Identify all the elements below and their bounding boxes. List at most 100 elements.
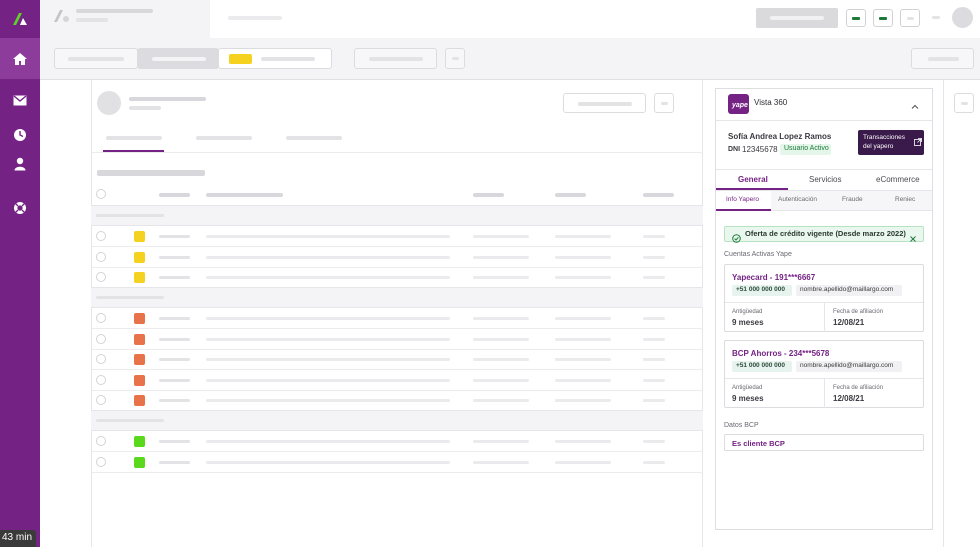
mail-icon[interactable]	[0, 89, 40, 111]
filter-tab-1[interactable]	[54, 48, 138, 69]
status-square	[134, 334, 145, 345]
row-checkbox[interactable]	[96, 436, 106, 446]
header-brand-area	[40, 0, 210, 38]
filter-tab-1-label	[68, 57, 124, 61]
filter-icon-button[interactable]	[445, 48, 465, 69]
group-header-row	[91, 410, 703, 431]
subtab-info-yapero[interactable]: Info Yapero	[716, 191, 771, 210]
account-date-label: Fecha de afiliación	[833, 309, 884, 315]
filter-tab-4-label	[369, 57, 423, 61]
header-primary-button[interactable]	[756, 8, 838, 28]
cell	[473, 440, 529, 443]
row-checkbox[interactable]	[96, 231, 106, 241]
cell	[555, 440, 611, 443]
filter-tab-3[interactable]	[218, 48, 332, 69]
row-checkbox[interactable]	[96, 252, 106, 262]
subtab-reniec-label: Reniec	[895, 196, 916, 203]
cell	[555, 461, 611, 464]
taskbar-clock-label: 43 min	[2, 532, 33, 543]
account-email: nombre.apellido@maillargo.com	[800, 286, 894, 293]
tab-ecommerce[interactable]: eCommerce	[860, 170, 932, 190]
header-toggle-1[interactable]	[846, 9, 866, 27]
divider	[943, 80, 944, 547]
list-action-button[interactable]	[563, 93, 646, 113]
col-header-5	[643, 193, 674, 197]
status-badge-label: Usuario Activo	[784, 145, 829, 152]
header-title-placeholder	[76, 9, 153, 13]
list-tab-2[interactable]	[196, 136, 252, 140]
cell	[643, 317, 665, 320]
toolbar-right-button[interactable]	[911, 48, 974, 69]
row-checkbox[interactable]	[96, 395, 106, 405]
row-checkbox[interactable]	[96, 375, 106, 385]
tab-servicios-label: Servicios	[809, 175, 842, 184]
panel-title: Vista 360	[754, 98, 788, 107]
home-icon[interactable]	[0, 38, 40, 79]
cell	[473, 461, 529, 464]
select-all-checkbox[interactable]	[96, 189, 106, 199]
subtab-autenticacion[interactable]: Autenticación	[771, 191, 826, 210]
status-square	[134, 436, 145, 447]
list-icon-button[interactable]	[654, 93, 674, 113]
subtab-active-underline	[716, 209, 771, 211]
account-card[interactable]: BCP Ahorros - 234***5678 +51 000 000 000…	[724, 340, 924, 408]
status-square	[134, 395, 145, 406]
row-checkbox[interactable]	[96, 354, 106, 364]
filter-tab-2-active[interactable]	[137, 48, 219, 69]
account-phone: +51 000 000 000	[736, 362, 785, 369]
accounts-section-label: Cuentas Activas Yape	[724, 251, 792, 258]
account-title: Yapecard - 191***6667	[732, 273, 816, 282]
list-tab-1[interactable]	[106, 136, 162, 140]
credit-offer-banner: Oferta de crédito vigente (Desde marzo 2…	[724, 226, 924, 243]
account-email: nombre.apellido@maillargo.com	[800, 362, 894, 369]
cell	[555, 358, 611, 361]
logo-icon[interactable]	[0, 8, 40, 30]
cell	[643, 399, 665, 402]
account-date-label: Fecha de afiliación	[833, 385, 884, 391]
list-tab-3[interactable]	[286, 136, 342, 140]
chevron-up-icon[interactable]	[910, 99, 920, 109]
header-toggle-2[interactable]	[873, 9, 893, 27]
subtab-fraude[interactable]: Fraude	[826, 191, 879, 210]
cell	[555, 256, 611, 259]
account-age-label: Antigüedad	[732, 385, 763, 391]
close-icon[interactable]	[909, 230, 917, 242]
dni-value: 12345678	[742, 145, 778, 154]
row-checkbox[interactable]	[96, 457, 106, 467]
cell	[206, 358, 450, 361]
divider	[716, 120, 932, 121]
header-icon-button[interactable]	[900, 9, 920, 27]
support-icon[interactable]	[0, 197, 40, 219]
filter-tab-4[interactable]	[354, 48, 437, 69]
transactions-button[interactable]: Transacciones del yapero	[858, 130, 924, 155]
toolbar-right-button-label	[928, 57, 959, 61]
avatar[interactable]	[952, 7, 973, 28]
user-icon[interactable]	[0, 153, 40, 175]
cell	[159, 338, 190, 341]
header-icon-button-glyph	[907, 17, 914, 20]
divider	[91, 246, 703, 247]
list-section-heading	[97, 170, 205, 176]
group-header-label	[96, 214, 164, 217]
cell	[473, 317, 529, 320]
account-phone-chip: +51 000 000 000	[732, 285, 792, 296]
cell	[643, 379, 665, 382]
subtab-reniec[interactable]: Reniec	[879, 191, 931, 210]
cell	[643, 276, 665, 279]
side-panel-icon-button[interactable]	[954, 93, 974, 113]
divider	[91, 369, 703, 370]
tab-general[interactable]: General	[716, 170, 788, 190]
cell	[473, 358, 529, 361]
divider	[91, 349, 703, 350]
filter-yellow-chip	[229, 54, 252, 64]
row-checkbox[interactable]	[96, 272, 106, 282]
account-card[interactable]: Yapecard - 191***6667 +51 000 000 000 no…	[724, 264, 924, 332]
col-header-1	[159, 193, 190, 197]
row-checkbox[interactable]	[96, 313, 106, 323]
row-checkbox[interactable]	[96, 334, 106, 344]
cell	[555, 338, 611, 341]
tab-servicios[interactable]: Servicios	[788, 170, 860, 190]
sidebar	[0, 0, 40, 547]
divider	[91, 328, 703, 329]
clock-icon[interactable]	[0, 124, 40, 146]
